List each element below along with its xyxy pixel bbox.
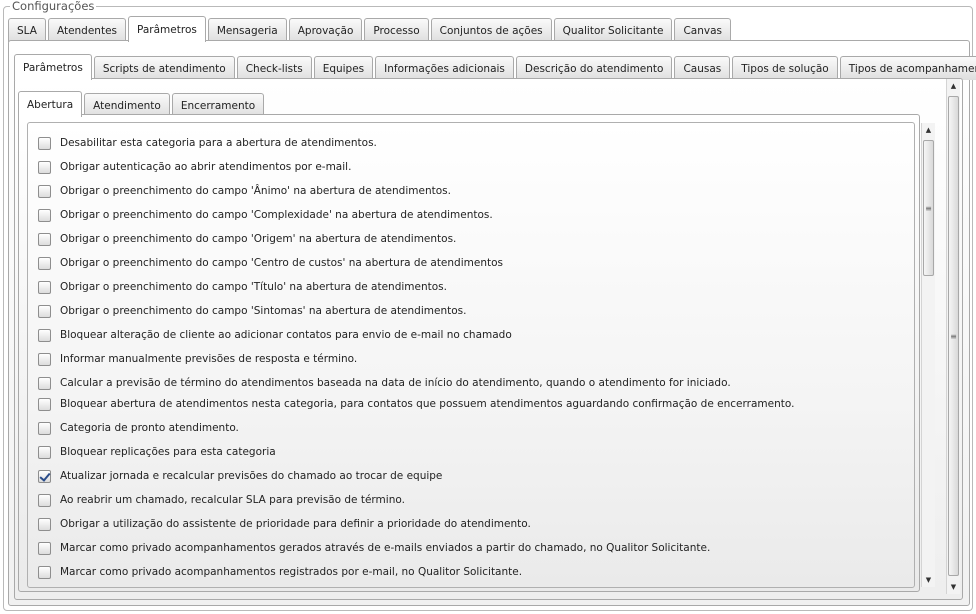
abertura-options-list: Desabilitar esta categoria para a abertu… bbox=[27, 122, 915, 588]
tab-atendentes[interactable]: Atendentes bbox=[47, 18, 127, 42]
option-row[interactable]: Obrigar o preenchimento do campo 'Origem… bbox=[38, 231, 456, 247]
option-label: Atualizar jornada e recalcular previsões… bbox=[60, 470, 443, 482]
option-row[interactable]: Obrigar o preenchimento do campo 'Comple… bbox=[38, 207, 493, 223]
tab-equipes[interactable]: Equipes bbox=[313, 56, 374, 80]
option-checkbox[interactable] bbox=[38, 445, 51, 459]
option-row[interactable]: Obrigar o preenchimento do campo 'Título… bbox=[38, 279, 447, 295]
option-row[interactable]: Marcar como privado acompanhamentos regi… bbox=[38, 564, 522, 580]
option-label: Calcular a previsão de término do atendi… bbox=[60, 377, 731, 389]
option-checkbox[interactable] bbox=[38, 208, 51, 222]
option-checkbox[interactable] bbox=[38, 328, 51, 342]
option-checkbox[interactable] bbox=[38, 493, 51, 507]
option-row[interactable]: Obrigar a utilização do assistente de pr… bbox=[38, 516, 531, 532]
option-label: Bloquear abertura de atendimentos nesta … bbox=[60, 398, 795, 410]
option-row[interactable]: Calcular a previsão de término do atendi… bbox=[38, 375, 731, 391]
option-checkbox[interactable] bbox=[38, 469, 51, 483]
option-row[interactable]: Obrigar o preenchimento do campo 'Centro… bbox=[38, 255, 503, 271]
option-row[interactable]: Atualizar jornada e recalcular previsões… bbox=[38, 468, 442, 484]
option-row[interactable]: Bloquear alteração de cliente ao adicion… bbox=[38, 327, 512, 343]
panel-scroll-down-arrow-icon[interactable]: ▼ bbox=[947, 580, 960, 594]
option-checkbox[interactable] bbox=[38, 352, 51, 366]
option-label: Obrigar o preenchimento do campo 'Comple… bbox=[60, 209, 493, 221]
option-checkbox[interactable] bbox=[38, 541, 51, 555]
tab-parametros[interactable]: Parâmetros bbox=[128, 16, 206, 42]
panel-scrollbar[interactable]: ▲ ≡ ▼ bbox=[946, 79, 960, 594]
option-checkbox[interactable] bbox=[38, 256, 51, 270]
top-tabbar: SLA Atendentes Parâmetros Mensageria Aprovaç… bbox=[8, 16, 733, 42]
tab-tipos-de-acompanhamento[interactable]: Tipos de acompanhamento bbox=[839, 56, 976, 80]
tab-mensageria[interactable]: Mensageria bbox=[207, 18, 287, 42]
tab-processo[interactable]: Processo bbox=[364, 18, 429, 42]
option-label: Obrigar o preenchimento do campo 'Título… bbox=[60, 281, 447, 293]
option-row[interactable]: Bloquear replicações para esta categoria bbox=[38, 444, 276, 460]
option-row[interactable]: Informar manualmente previsões de respos… bbox=[38, 351, 357, 367]
tab-conjuntos-de-acoes[interactable]: Conjuntos de ações bbox=[430, 18, 552, 42]
option-row[interactable]: Bloquear abertura de atendimentos nesta … bbox=[38, 396, 794, 412]
tab-canvas[interactable]: Canvas bbox=[674, 18, 731, 42]
fieldset-legend: Configurações bbox=[10, 0, 97, 13]
panel-scroll-thumb[interactable]: ≡ bbox=[948, 96, 959, 576]
scroll-down-arrow-icon[interactable]: ▼ bbox=[922, 573, 935, 587]
tab-informacoes-adicionais[interactable]: Informações adicionais bbox=[375, 56, 514, 80]
option-label: Desabilitar esta categoria para a abertu… bbox=[60, 137, 377, 149]
option-checkbox[interactable] bbox=[38, 517, 51, 531]
tab-parametros[interactable]: Parâmetros bbox=[14, 54, 92, 80]
option-checkbox[interactable] bbox=[38, 397, 51, 411]
panel-scroll-up-arrow-icon[interactable]: ▲ bbox=[947, 79, 960, 93]
tab-check-lists[interactable]: Check-lists bbox=[236, 56, 312, 80]
tab-tipos-de-solucao[interactable]: Tipos de solução bbox=[732, 56, 838, 80]
tab-descricao-do-atendimento[interactable]: Descrição do atendimento bbox=[515, 56, 673, 80]
tab-sla[interactable]: SLA bbox=[8, 18, 46, 42]
option-label: Informar manualmente previsões de respos… bbox=[60, 353, 358, 365]
option-label: Obrigar o preenchimento do campo 'Origem… bbox=[60, 233, 457, 245]
option-label: Obrigar autenticação ao abrir atendiment… bbox=[60, 161, 352, 173]
tab-qualitor-solicitante[interactable]: Qualitor Solicitante bbox=[553, 18, 673, 42]
option-label: Obrigar a utilização do assistente de pr… bbox=[60, 518, 531, 530]
option-checkbox[interactable] bbox=[38, 421, 51, 435]
tab-causas[interactable]: Causas bbox=[674, 56, 731, 80]
tab-scripts-de-atendimento[interactable]: Scripts de atendimento bbox=[93, 56, 235, 80]
secondary-tabbar: Parâmetros Scripts de atendimento Check-li… bbox=[14, 54, 976, 80]
option-row[interactable]: Desabilitar esta categoria para a abertu… bbox=[38, 135, 377, 151]
tab-aprovacao[interactable]: Aprovação bbox=[288, 18, 363, 42]
option-row[interactable]: Marcar como privado acompanhamentos gera… bbox=[38, 540, 710, 556]
tab-abertura[interactable]: Abertura bbox=[18, 91, 83, 117]
option-label: Ao reabrir um chamado, recalcular SLA pa… bbox=[60, 494, 405, 506]
option-row[interactable]: Obrigar o preenchimento do campo 'Sintom… bbox=[38, 303, 466, 319]
option-label: Marcar como privado acompanhamentos gera… bbox=[60, 542, 711, 554]
option-checkbox[interactable] bbox=[38, 280, 51, 294]
option-row[interactable]: Obrigar autenticação ao abrir atendiment… bbox=[38, 159, 351, 175]
option-row[interactable]: Categoria de pronto atendimento. bbox=[38, 420, 239, 436]
option-checkbox[interactable] bbox=[38, 232, 51, 246]
option-checkbox[interactable] bbox=[38, 565, 51, 579]
option-checkbox[interactable] bbox=[38, 160, 51, 174]
scroll-thumb[interactable]: ≡ bbox=[923, 140, 934, 276]
option-row[interactable]: Obrigar o preenchimento do campo 'Ânimo'… bbox=[38, 183, 451, 199]
option-label: Obrigar o preenchimento do campo 'Centro… bbox=[60, 257, 503, 269]
option-label: Obrigar o preenchimento do campo 'Sintom… bbox=[60, 305, 467, 317]
option-label: Obrigar o preenchimento do campo 'Ânimo'… bbox=[60, 185, 451, 197]
option-checkbox[interactable] bbox=[38, 304, 51, 318]
option-label: Bloquear replicações para esta categoria bbox=[60, 446, 276, 458]
option-checkbox[interactable] bbox=[38, 184, 51, 198]
options-scrollbar[interactable]: ▲ ≡ ▼ bbox=[921, 123, 935, 587]
option-checkbox[interactable] bbox=[38, 136, 51, 150]
option-checkbox[interactable] bbox=[38, 376, 51, 390]
scroll-up-arrow-icon[interactable]: ▲ bbox=[922, 123, 935, 137]
option-row[interactable]: Ao reabrir um chamado, recalcular SLA pa… bbox=[38, 492, 405, 508]
option-label: Marcar como privado acompanhamentos regi… bbox=[60, 566, 523, 578]
option-label: Categoria de pronto atendimento. bbox=[60, 422, 239, 434]
option-label: Bloquear alteração de cliente ao adicion… bbox=[60, 329, 512, 341]
